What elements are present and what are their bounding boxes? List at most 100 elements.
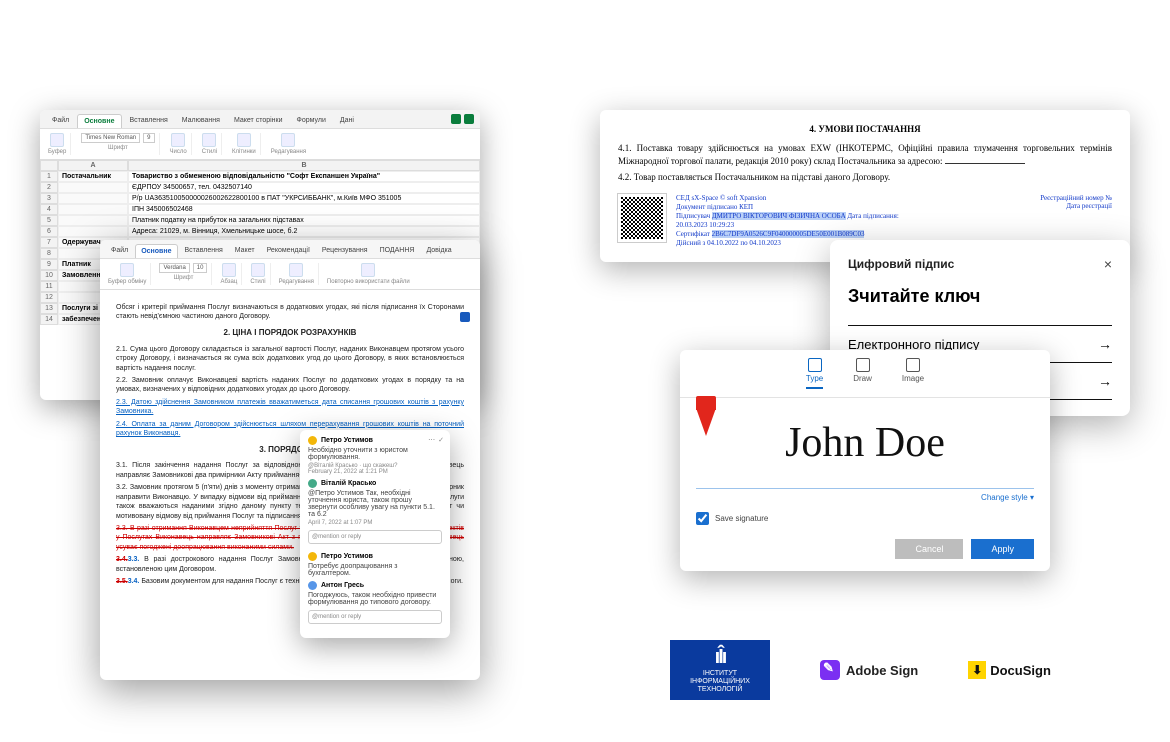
adobe-tab-draw[interactable]: Draw — [853, 358, 872, 389]
styles-icon[interactable] — [251, 263, 265, 277]
word-tab-insert[interactable]: Вставлення — [180, 244, 228, 258]
row-num[interactable]: 5 — [40, 215, 58, 226]
adobe-marker-icon — [696, 408, 716, 436]
number-format-icon[interactable] — [171, 133, 185, 147]
excel-tab-data[interactable]: Дані — [334, 114, 360, 128]
word-tab-review[interactable]: Рецензування — [317, 244, 373, 258]
row-num[interactable]: 7 — [40, 237, 58, 248]
excel-tab-file[interactable]: Файл — [46, 114, 75, 128]
change-style-link[interactable]: Change style ▾ — [680, 489, 1050, 506]
row-num[interactable]: 1 — [40, 171, 58, 182]
doc-p21: 2.1. Сума цього Договору складається із … — [116, 345, 464, 373]
col-a[interactable]: A — [58, 160, 128, 171]
cell-label[interactable] — [58, 193, 128, 204]
resolve-icon[interactable]: ✓ — [438, 436, 444, 444]
word-tab-help[interactable]: Довідка — [421, 244, 456, 258]
excel-tab-insert[interactable]: Вставлення — [124, 114, 174, 128]
excel-tabs: Файл Основне Вставлення Малювання Макет … — [40, 110, 480, 129]
excel-tab-home[interactable]: Основне — [77, 114, 121, 128]
excel-tab-layout[interactable]: Макет сторінки — [228, 114, 289, 128]
row-num[interactable]: 12 — [40, 292, 58, 303]
ribbon-font: Times New Roman 9 Шрифт — [77, 133, 159, 155]
word-tab-submit[interactable]: ПОДАННЯ — [375, 244, 420, 258]
reply-body: Погоджуюсь, також необхідно привести фор… — [308, 592, 442, 606]
doc-heading-2: 2. ЦІНА І ПОРЯДОК РОЗРАХУНКІВ — [116, 328, 464, 339]
excel-window-controls — [451, 114, 474, 124]
row-num[interactable]: 3 — [40, 193, 58, 204]
word-ribbon-clipboard: Буфер обміну — [104, 263, 151, 285]
paste-icon[interactable] — [120, 263, 134, 277]
adobe-sign-icon — [820, 660, 840, 680]
excel-tab-formulas[interactable]: Формули — [291, 114, 332, 128]
editing-icon[interactable] — [281, 133, 295, 147]
excel-tab-draw[interactable]: Малювання — [176, 114, 226, 128]
adobe-sign-buttons: Cancel Apply — [680, 531, 1050, 571]
mention-input[interactable]: @mention or reply — [308, 610, 442, 624]
paste-icon[interactable] — [50, 133, 64, 147]
save-signature-checkbox[interactable]: Save signature — [680, 506, 1050, 531]
cell-label[interactable] — [58, 204, 128, 215]
font-size[interactable]: 9 — [143, 133, 154, 143]
pen-icon — [856, 358, 870, 372]
cancel-button[interactable]: Cancel — [895, 539, 963, 559]
max-icon[interactable] — [464, 114, 474, 124]
col-corner[interactable] — [40, 160, 58, 171]
paragraph-icon[interactable] — [222, 263, 236, 277]
cell-label[interactable]: Постачальник — [58, 171, 128, 182]
cell-label[interactable] — [58, 215, 128, 226]
font-name[interactable]: Verdana — [159, 263, 189, 273]
cell-value[interactable]: ЄДРПОУ 34500657, тел. 0432507140 — [128, 182, 480, 193]
row-num[interactable]: 10 — [40, 270, 58, 281]
word-ribbon-font: Verdana 10 Шрифт — [155, 263, 212, 285]
comment-actions: ⋯ ✓ — [428, 436, 444, 444]
col-b[interactable]: B — [128, 160, 480, 171]
adobe-sign-tabs: Type Draw Image — [680, 350, 1050, 398]
cell-value[interactable]: Р/р UA363510050000026002622800100 в ПАТ … — [128, 193, 480, 204]
excel-grid[interactable]: A B — [40, 160, 480, 171]
mention-input[interactable]: @mention or reply — [308, 530, 442, 544]
adobe-tab-image[interactable]: Image — [902, 358, 924, 389]
avatar-icon — [308, 479, 317, 488]
row-num[interactable]: 14 — [40, 314, 58, 325]
avatar-icon — [308, 581, 317, 590]
apply-button[interactable]: Apply — [971, 539, 1034, 559]
close-icon[interactable]: × — [1104, 256, 1112, 272]
cell-value[interactable]: Товариство з обмеженою відповідальністю … — [128, 171, 480, 182]
font-name[interactable]: Times New Roman — [81, 133, 140, 143]
cell-label[interactable] — [58, 182, 128, 193]
row-num[interactable]: 9 — [40, 259, 58, 270]
reply-author: Антон Гресь — [308, 581, 442, 590]
row-num[interactable]: 6 — [40, 226, 58, 237]
row-num[interactable]: 4 — [40, 204, 58, 215]
word-tab-references[interactable]: Рекомендації — [262, 244, 315, 258]
row-num[interactable]: 13 — [40, 303, 58, 314]
word-ribbon-editing: Редагування — [275, 263, 319, 285]
doc-p23: 2.3. Датою здійснення Замовником платежі… — [116, 398, 464, 417]
adobe-tab-type[interactable]: Type — [806, 358, 823, 389]
row-num[interactable]: 2 — [40, 182, 58, 193]
adobe-sign-panel: Type Draw Image John Doe Change style ▾ … — [680, 350, 1050, 571]
more-icon[interactable]: ⋯ — [428, 436, 435, 444]
row-num[interactable]: 11 — [40, 281, 58, 292]
word-tab-home[interactable]: Основне — [135, 244, 177, 258]
find-icon[interactable] — [289, 263, 303, 277]
signature-canvas[interactable]: John Doe — [680, 398, 1050, 488]
arrow-right-icon: → — [1098, 336, 1112, 352]
popup-title: Цифровий підпис — [848, 257, 954, 271]
cells-icon[interactable] — [237, 133, 251, 147]
word-tab-file[interactable]: Файл — [106, 244, 133, 258]
save-sig-input[interactable] — [696, 512, 709, 525]
styles-icon[interactable] — [202, 133, 216, 147]
reuse-icon[interactable] — [361, 263, 375, 277]
cell-value[interactable]: Платник податку на прибуток на загальних… — [128, 215, 480, 226]
cell-label[interactable] — [58, 226, 128, 237]
row-num[interactable]: 8 — [40, 248, 58, 259]
cell-value[interactable]: Адреса: 21029, м. Вінниця, Хмельницьке ш… — [128, 226, 480, 237]
cell-value[interactable]: ІПН 345006502468 — [128, 204, 480, 215]
font-size[interactable]: 10 — [193, 263, 208, 273]
word-tab-layout[interactable]: Макет — [230, 244, 260, 258]
logos-row: ıÎı ІНСТИТУТ ІНФОРМАЦІЙНИХ ТЕХНОЛОГІЙ Ad… — [670, 640, 1051, 700]
min-icon[interactable] — [451, 114, 461, 124]
doc-p22: 2.2. Замовник оплачує Виконавцеві вартіс… — [116, 376, 464, 395]
collab-icon[interactable] — [460, 312, 470, 322]
